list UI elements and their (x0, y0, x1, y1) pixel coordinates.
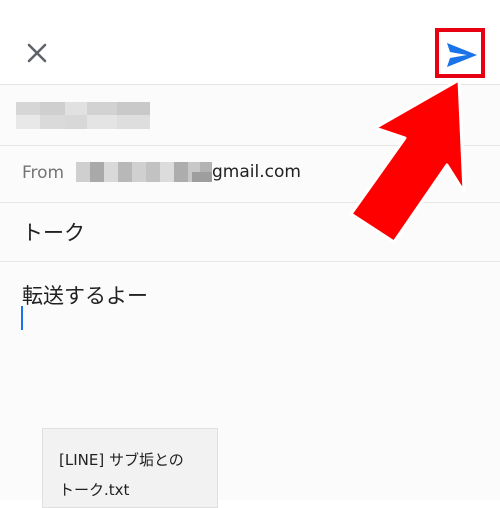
subject-text: トーク (22, 221, 85, 245)
send-button-highlight (435, 28, 485, 78)
compose-toolbar (0, 0, 500, 85)
from-label: From (22, 163, 65, 183)
text-cursor (21, 306, 23, 330)
attachment-chip[interactable]: [LINE] サブ垢との トーク.txt (42, 428, 218, 508)
close-button[interactable] (22, 38, 52, 68)
attachment-name-line1: [LINE] サブ垢との (59, 451, 184, 469)
attachment-name-line2: トーク.txt (59, 481, 130, 499)
to-field[interactable] (0, 85, 500, 146)
body-text: 転送するよー (22, 284, 148, 308)
close-icon (27, 43, 47, 63)
subject-field[interactable]: トーク (0, 203, 500, 262)
from-address-domain: gmail.com (212, 162, 301, 182)
from-field[interactable]: From gmail.com (0, 146, 500, 203)
